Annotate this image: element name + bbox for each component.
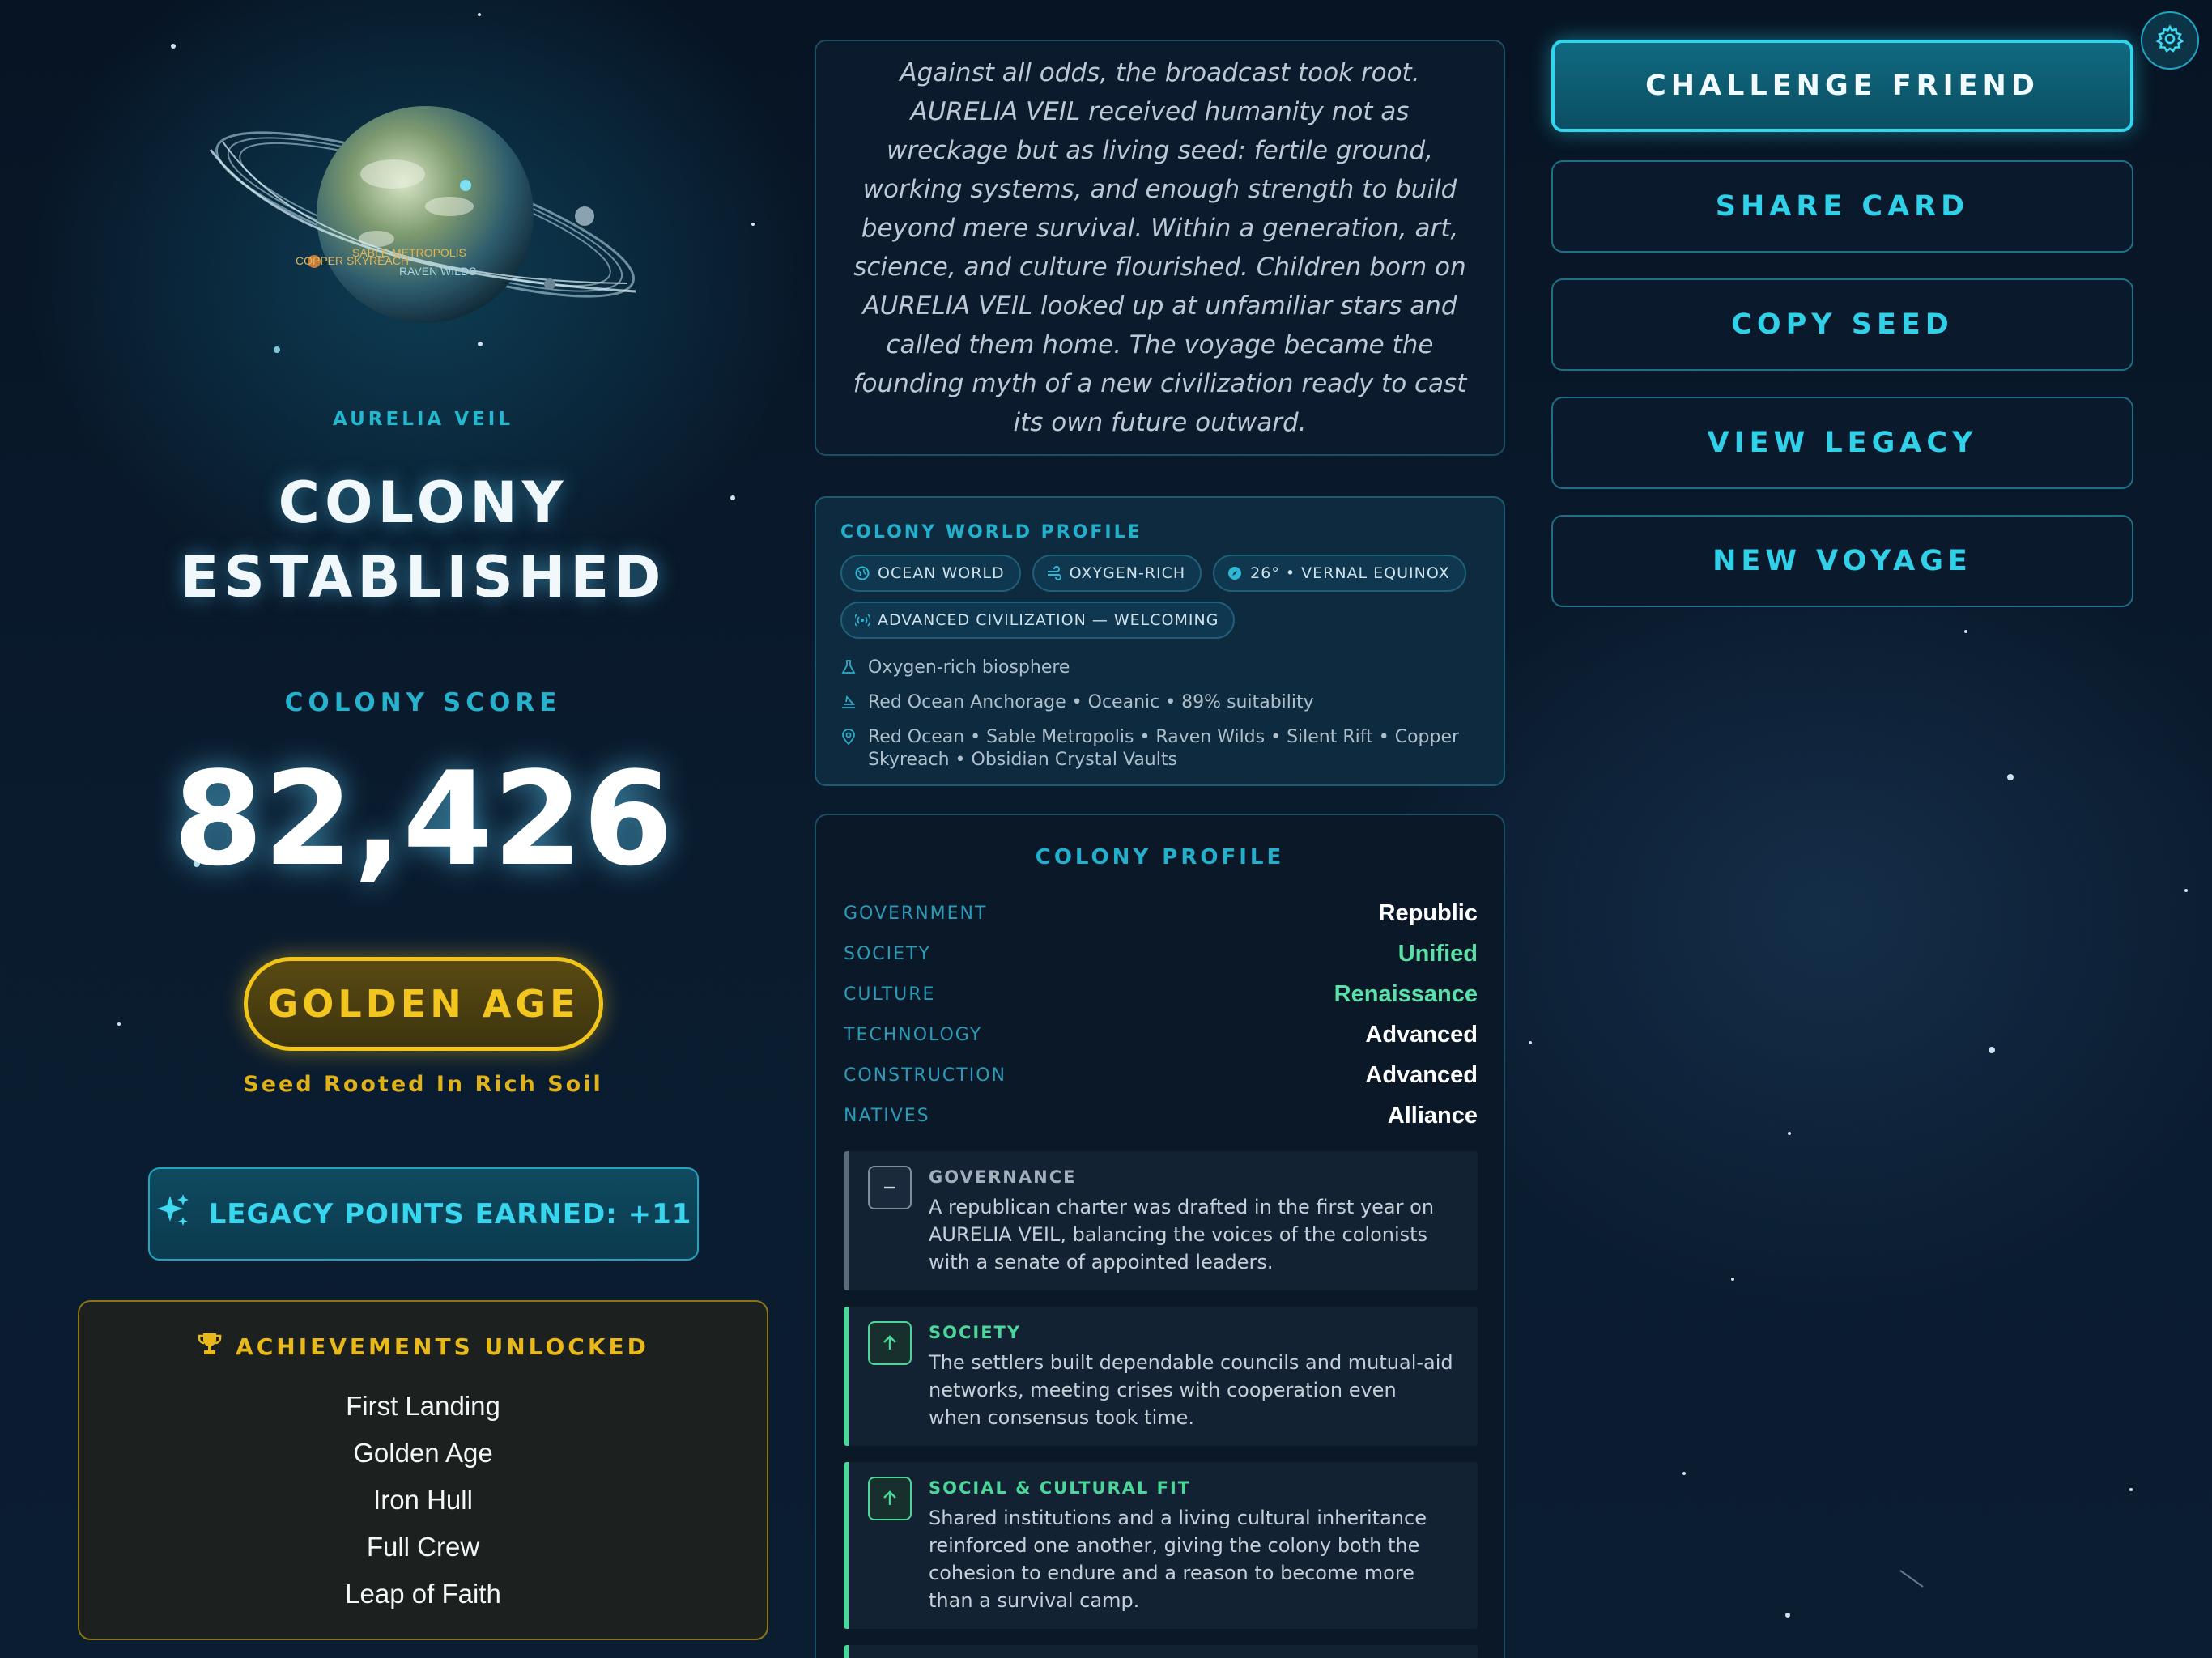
achievement-item: Leap of Faith: [345, 1579, 501, 1609]
detail-line: Red Ocean • Sable Metropolis • Raven Wil…: [840, 726, 1488, 772]
trophy-icon: [197, 1331, 223, 1363]
score-label: COLONY SCORE: [284, 688, 562, 717]
legacy-points-label: LEGACY POINTS EARNED: +11: [208, 1197, 692, 1231]
world-name: AURELIA VEIL: [333, 409, 513, 430]
trait-chip: OCEAN WORLD: [840, 555, 1021, 592]
note-social-cultural-fit: SOCIAL & CULTURAL FIT Shared institution…: [844, 1462, 1478, 1629]
view-legacy-button[interactable]: VIEW LEGACY: [1551, 397, 2133, 489]
planet-label-raven: RAVEN WILDS: [399, 265, 476, 278]
planet-label-copper: COPPER SKYREACH: [296, 254, 409, 267]
colony-profile-stats: GOVERNMENT Republic SOCIETY Unified CULT…: [844, 893, 1478, 1136]
detail-line: Oxygen-rich biosphere: [840, 657, 1488, 682]
achievements-panel: ACHIEVEMENTS UNLOCKED First Landing Gold…: [78, 1300, 768, 1640]
colony-world-profile: COLONY WORLD PROFILE OCEAN WORLD OXYGEN-…: [815, 496, 1505, 786]
achievement-item: Golden Age: [353, 1438, 493, 1468]
sparkles-icon: [155, 1192, 191, 1235]
era-badge: GOLDEN AGE: [244, 957, 603, 1051]
landing-icon: [840, 694, 857, 716]
copy-seed-button[interactable]: COPY SEED: [1551, 278, 2133, 371]
world-traits: OCEAN WORLD OXYGEN-RICH 26° • VERNAL EQU…: [840, 555, 1488, 639]
world-profile-title: COLONY WORLD PROFILE: [840, 522, 1142, 542]
note-partial: [844, 1645, 1478, 1658]
stat-row-government: GOVERNMENT Republic: [844, 899, 1478, 926]
colony-profile-title: COLONY PROFILE: [1035, 845, 1285, 869]
gear-icon: [2155, 24, 2184, 57]
detail-line: Red Ocean Anchorage • Oceanic • 89% suit…: [840, 691, 1488, 716]
planet-illustration: SABLE METROPOLIS COPPER SKYREACH RAVEN W…: [206, 85, 644, 360]
achievements-list: First Landing Golden Age Iron Hull Full …: [79, 1383, 767, 1618]
note-society: SOCIETY The settlers built dependable co…: [844, 1307, 1478, 1446]
colony-story-panel: Against all odds, the broadcast took roo…: [815, 40, 1505, 456]
achievement-item: Iron Hull: [373, 1485, 473, 1515]
achievement-item: First Landing: [346, 1391, 500, 1421]
trait-chip: ADVANCED CIVILIZATION — WELCOMING: [840, 602, 1236, 639]
arrow-up-icon: [868, 1477, 912, 1520]
score-value: 82,426: [172, 743, 674, 895]
stat-row-culture: CULTURE Renaissance: [844, 980, 1478, 1007]
arrow-up-icon: [868, 1321, 912, 1365]
share-card-button[interactable]: SHARE CARD: [1551, 160, 2133, 253]
settings-button[interactable]: [2141, 11, 2199, 70]
world-profile-details: Oxygen-rich biosphere Red Ocean Anchorag…: [840, 657, 1488, 781]
challenge-friend-button[interactable]: CHALLENGE FRIEND: [1551, 40, 2133, 132]
stat-row-natives: NATIVES Alliance: [844, 1102, 1478, 1129]
stat-row-society: SOCIETY Unified: [844, 940, 1478, 967]
flask-icon: [840, 659, 857, 682]
achievements-title: ACHIEVEMENTS UNLOCKED: [236, 1333, 649, 1360]
achievements-header: ACHIEVEMENTS UNLOCKED: [79, 1331, 767, 1363]
minus-icon: [868, 1166, 912, 1209]
achievement-item: Full Crew: [366, 1532, 480, 1562]
map-pin-icon: [840, 729, 857, 772]
stat-row-construction: CONSTRUCTION Advanced: [844, 1061, 1478, 1088]
colony-status-title: COLONY ESTABLISHED: [180, 470, 666, 610]
era-subtitle: Seed Rooted In Rich Soil: [243, 1072, 603, 1097]
colony-story-text: Against all odds, the broadcast took roo…: [853, 58, 1467, 437]
trait-chip: OXYGEN-RICH: [1032, 555, 1202, 592]
new-voyage-button[interactable]: NEW VOYAGE: [1551, 515, 2133, 607]
globe-icon: [855, 566, 870, 580]
compass-icon: [1227, 566, 1242, 580]
wind-icon: [1047, 566, 1061, 580]
note-governance: GOVERNANCE A republican charter was draf…: [844, 1151, 1478, 1290]
trait-chip: 26° • VERNAL EQUINOX: [1213, 555, 1466, 592]
colony-profile-panel: COLONY PROFILE GOVERNMENT Republic SOCIE…: [815, 814, 1505, 1658]
stat-row-technology: TECHNOLOGY Advanced: [844, 1021, 1478, 1048]
legacy-points-banner: LEGACY POINTS EARNED: +11: [148, 1167, 699, 1261]
signal-icon: [853, 613, 871, 627]
